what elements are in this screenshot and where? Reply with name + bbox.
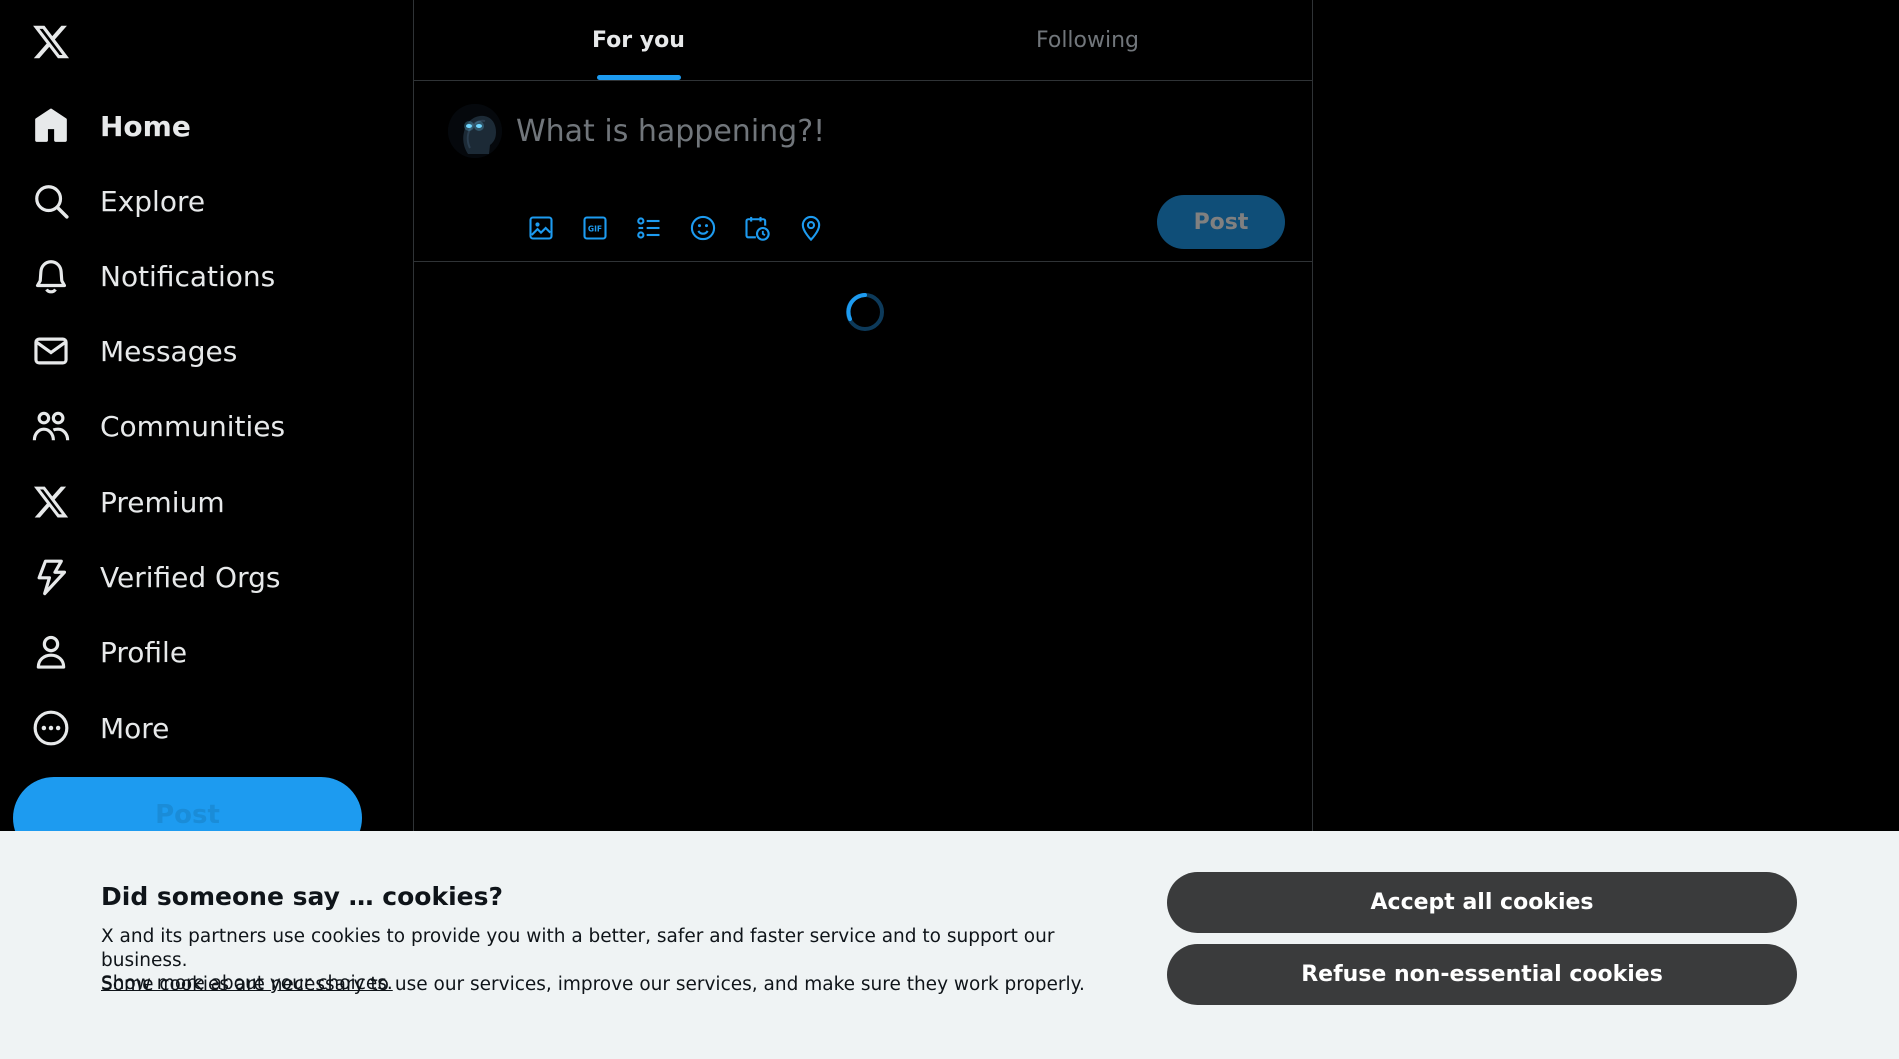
compose-post-button[interactable]: Post [1157, 195, 1285, 249]
loading-spinner-icon [845, 292, 885, 332]
sidebar-item-verified-orgs[interactable]: Verified Orgs [18, 547, 294, 607]
sidebar-item-label: Home [100, 109, 191, 143]
more-circle-icon [32, 709, 70, 747]
timeline-tabs: For you Following [414, 0, 1312, 81]
composer-toolbar: GIF [514, 201, 838, 255]
cookie-banner-title: Did someone say … cookies? [101, 882, 504, 911]
active-tab-indicator [596, 75, 681, 80]
cookie-choices-link[interactable]: Show more about your choices. [101, 973, 393, 994]
home-icon [32, 107, 70, 145]
svg-text:GIF: GIF [588, 225, 602, 234]
sidebar-item-more[interactable]: More [18, 698, 183, 758]
sidebar-item-label: Messages [100, 334, 238, 368]
tab-following[interactable]: Following [863, 0, 1312, 80]
refuse-cookies-button[interactable]: Refuse non-essential cookies [1167, 944, 1797, 1005]
tab-label: Following [1035, 27, 1140, 53]
image-icon[interactable] [514, 201, 568, 255]
x-logo-icon[interactable] [29, 20, 73, 64]
x-logo-icon [32, 483, 70, 521]
sidebar-item-premium[interactable]: Premium [18, 472, 239, 532]
sidebar-item-label: Premium [100, 485, 225, 519]
search-icon [32, 182, 70, 220]
cookie-banner: Did someone say … cookies? X and its par… [0, 831, 1899, 1059]
avatar[interactable] [448, 104, 502, 158]
poll-icon[interactable] [622, 201, 676, 255]
bell-icon [32, 257, 70, 295]
sidebar-item-explore[interactable]: Explore [18, 171, 219, 231]
sidebar-item-label: Verified Orgs [100, 560, 281, 594]
app-root: Home Explore Notifications Messages Comm [0, 0, 1899, 1059]
tab-label: For you [592, 27, 685, 53]
sidebar-item-label: More [100, 711, 170, 745]
accept-cookies-button[interactable]: Accept all cookies [1167, 872, 1797, 933]
person-icon [32, 633, 70, 671]
compose-input[interactable] [514, 109, 1274, 153]
people-icon [32, 407, 70, 445]
sidebar-item-home[interactable]: Home [18, 96, 205, 156]
emoji-icon[interactable] [676, 201, 730, 255]
sidebar-item-messages[interactable]: Messages [18, 321, 251, 381]
sidebar-item-label: Explore [100, 184, 206, 218]
tab-for-you[interactable]: For you [414, 0, 863, 80]
lightning-icon [32, 558, 70, 596]
sidebar-item-label: Profile [100, 635, 188, 669]
location-icon[interactable] [784, 201, 838, 255]
sidebar-item-notifications[interactable]: Notifications [18, 246, 289, 306]
gif-icon[interactable]: GIF [568, 201, 622, 255]
cookie-text-line: X and its partners use cookies to provid… [101, 926, 1055, 971]
sidebar-item-label: Notifications [100, 259, 276, 293]
envelope-icon [32, 332, 70, 370]
sidebar-item-label: Communities [100, 409, 286, 443]
sidebar-item-profile[interactable]: Profile [18, 622, 201, 682]
post-composer: GIF Post [414, 81, 1312, 262]
schedule-icon[interactable] [730, 201, 784, 255]
sidebar-item-communities[interactable]: Communities [18, 396, 299, 456]
